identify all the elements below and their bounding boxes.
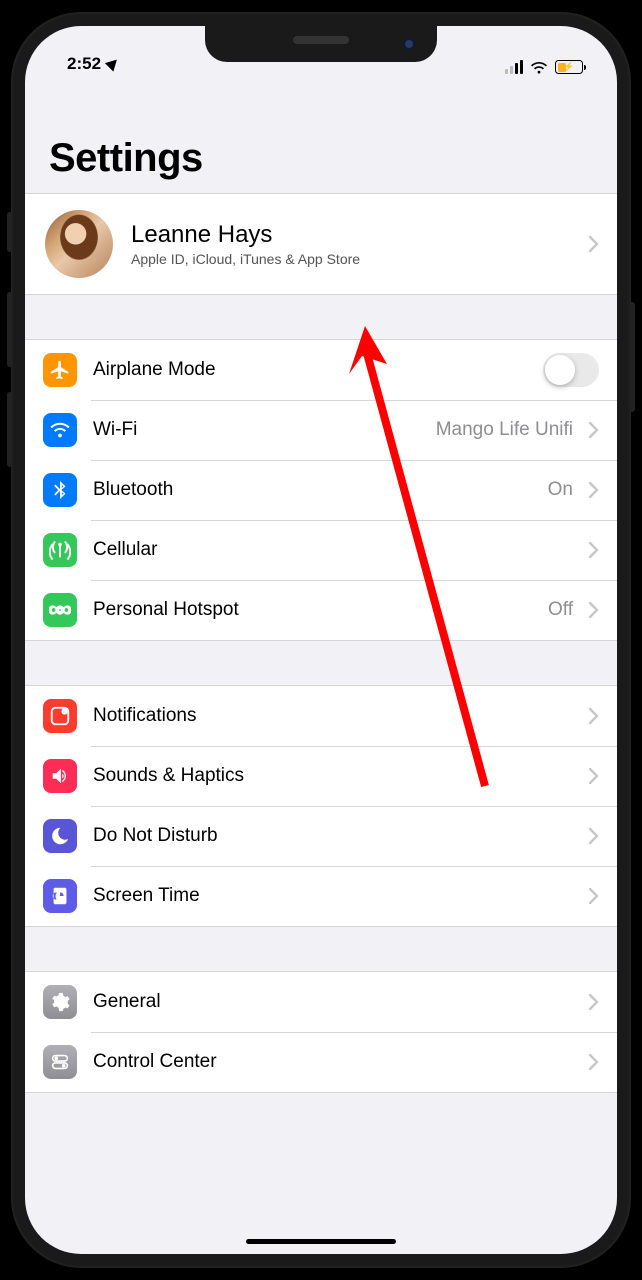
toggle-knob bbox=[545, 355, 575, 385]
header: Settings bbox=[25, 76, 617, 193]
row-value: Off bbox=[548, 599, 573, 621]
wifi-icon bbox=[530, 60, 548, 74]
location-services-icon bbox=[105, 55, 121, 71]
speaker bbox=[293, 36, 349, 44]
chevron-right-icon bbox=[589, 602, 599, 618]
row-label: Airplane Mode bbox=[93, 359, 527, 381]
clock: 2:52 bbox=[67, 54, 101, 74]
profile-section[interactable]: Leanne Hays Apple ID, iCloud, iTunes & A… bbox=[25, 193, 617, 295]
hotspot-row[interactable]: Personal Hotspot Off bbox=[25, 580, 617, 640]
hotspot-icon bbox=[43, 593, 77, 627]
notifications-row[interactable]: Notifications bbox=[25, 686, 617, 746]
bluetooth-icon bbox=[43, 473, 77, 507]
row-value: Mango Life Unifi bbox=[436, 419, 573, 441]
chevron-right-icon bbox=[589, 994, 599, 1010]
volume-down-button bbox=[7, 392, 12, 467]
chevron-right-icon bbox=[589, 828, 599, 844]
airplane-mode-row[interactable]: Airplane Mode bbox=[25, 340, 617, 400]
volume-up-button bbox=[7, 292, 12, 367]
dnd-row[interactable]: Do Not Disturb bbox=[25, 806, 617, 866]
control-center-icon bbox=[43, 1045, 77, 1079]
chevron-right-icon bbox=[589, 768, 599, 784]
chevron-right-icon bbox=[589, 708, 599, 724]
row-label: Bluetooth bbox=[93, 479, 532, 501]
row-label: Cellular bbox=[93, 539, 573, 561]
front-camera bbox=[403, 38, 415, 50]
avatar bbox=[45, 210, 113, 278]
notifications-icon bbox=[43, 699, 77, 733]
general-row[interactable]: General bbox=[25, 972, 617, 1032]
profile-subtitle: Apple ID, iCloud, iTunes & App Store bbox=[131, 251, 571, 267]
airplane-icon bbox=[43, 353, 77, 387]
row-value: On bbox=[548, 479, 573, 501]
screentime-row[interactable]: Screen Time bbox=[25, 866, 617, 926]
home-indicator[interactable] bbox=[246, 1239, 396, 1244]
dnd-icon bbox=[43, 819, 77, 853]
notifications-section: Notifications Sounds & Haptics Do Not Di… bbox=[25, 685, 617, 927]
general-icon bbox=[43, 985, 77, 1019]
screentime-icon bbox=[43, 879, 77, 913]
apple-id-row[interactable]: Leanne Hays Apple ID, iCloud, iTunes & A… bbox=[25, 194, 617, 294]
row-label: Screen Time bbox=[93, 885, 573, 907]
status-left: 2:52 bbox=[67, 54, 119, 74]
screen: 2:52 ⚡ Setting bbox=[25, 26, 617, 1254]
cellular-icon bbox=[43, 533, 77, 567]
charging-bolt-icon: ⚡ bbox=[563, 62, 574, 73]
row-label: Notifications bbox=[93, 705, 573, 727]
status-right: ⚡ bbox=[505, 60, 583, 74]
general-section: General Control Center bbox=[25, 971, 617, 1093]
airplane-mode-toggle[interactable] bbox=[543, 353, 599, 387]
row-label: Personal Hotspot bbox=[93, 599, 532, 621]
chevron-right-icon bbox=[589, 422, 599, 438]
chevron-right-icon bbox=[589, 542, 599, 558]
chevron-right-icon bbox=[589, 1054, 599, 1070]
sounds-row[interactable]: Sounds & Haptics bbox=[25, 746, 617, 806]
control-center-row[interactable]: Control Center bbox=[25, 1032, 617, 1092]
wifi-row[interactable]: Wi-Fi Mango Life Unifi bbox=[25, 400, 617, 460]
row-label: Wi-Fi bbox=[93, 419, 420, 441]
profile-name: Leanne Hays bbox=[131, 221, 571, 249]
row-label: Control Center bbox=[93, 1051, 573, 1073]
sounds-icon bbox=[43, 759, 77, 793]
chevron-right-icon bbox=[589, 888, 599, 904]
wifi-icon bbox=[43, 413, 77, 447]
cellular-signal-icon bbox=[505, 60, 523, 74]
row-label: General bbox=[93, 991, 573, 1013]
notch bbox=[205, 26, 437, 62]
cellular-row[interactable]: Cellular bbox=[25, 520, 617, 580]
chevron-right-icon bbox=[589, 482, 599, 498]
silence-switch bbox=[7, 212, 12, 252]
battery-icon: ⚡ bbox=[555, 60, 583, 74]
connectivity-section: Airplane Mode Wi-Fi Mango Life Unifi B bbox=[25, 339, 617, 641]
row-label: Do Not Disturb bbox=[93, 825, 573, 847]
bluetooth-row[interactable]: Bluetooth On bbox=[25, 460, 617, 520]
chevron-right-icon bbox=[589, 236, 599, 252]
page-title: Settings bbox=[49, 136, 593, 181]
power-button bbox=[630, 302, 635, 412]
phone-frame: 2:52 ⚡ Setting bbox=[11, 12, 631, 1268]
row-label: Sounds & Haptics bbox=[93, 765, 573, 787]
